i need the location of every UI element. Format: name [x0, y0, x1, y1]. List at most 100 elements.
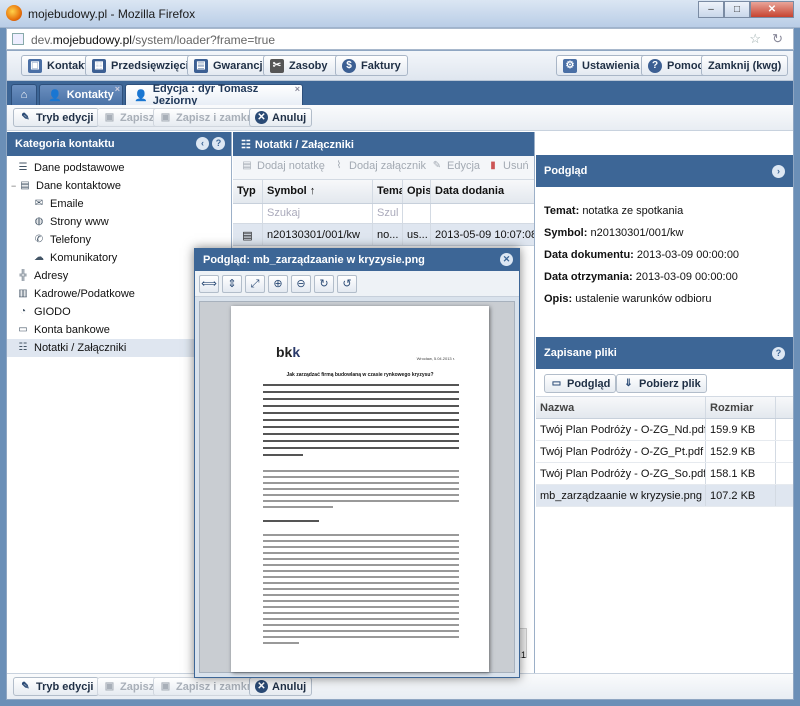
tree-item-strony-www[interactable]: ◍ Strony www — [7, 213, 231, 231]
search-temat-input[interactable]: Szul — [373, 204, 403, 223]
building-icon: ▦ — [92, 58, 106, 73]
delete-button[interactable]: ▮ Usuń — [487, 160, 528, 172]
bookmark-star-icon[interactable]: ☆ — [749, 31, 761, 47]
window-controls: – □ ✕ — [698, 1, 794, 19]
data-dokumentu-value: 2013-03-09 00:00:00 — [636, 249, 740, 261]
tab-edycja[interactable]: 👤 Edycja : dyr Tomasz Jeziorny × — [125, 83, 303, 107]
notes-toolbar: ▤ Dodaj notatkę ⌇ Dodaj załącznik ✎ Edycja … — [233, 156, 534, 180]
person-icon: 👤 — [134, 89, 148, 102]
tab-kontakty[interactable]: 👤 Kontakty × — [39, 84, 123, 105]
minimize-button[interactable]: – — [698, 1, 724, 18]
przedsiewziecia-button[interactable]: ▦ Przedsięwzięcia — [85, 55, 202, 76]
reload-icon[interactable]: ↻ — [772, 31, 783, 47]
collapse-icon[interactable]: ‹ — [196, 137, 209, 150]
add-note-button[interactable]: ▤ Dodaj notatkę — [241, 160, 325, 172]
notes-panel-header: ☷ Notatki / Załączniki — [233, 132, 534, 156]
tree-toggle-icon[interactable]: − — [11, 181, 19, 191]
help-icon[interactable]: ? — [212, 137, 225, 150]
edit-button[interactable]: ✎ Edycja — [431, 160, 480, 172]
page-icon — [12, 33, 24, 45]
preview-panel-header: Podgląd › — [536, 155, 793, 187]
pencil-icon: ✎ — [21, 112, 30, 123]
col-nazwa[interactable]: Nazwa — [536, 397, 706, 418]
page-number: 1 — [521, 650, 527, 660]
faktury-button[interactable]: $ Faktury — [335, 55, 408, 76]
edit-icon: ✎ — [432, 160, 442, 171]
address-book-icon: ▤ — [20, 180, 30, 191]
anuluj-button[interactable]: ✕ Anuluj — [249, 108, 313, 127]
close-icon[interactable]: ✕ — [500, 253, 513, 266]
tryb-edycji-button[interactable]: ✎ Tryb edycji — [13, 108, 100, 127]
col-rozmiar[interactable]: Rozmiar — [706, 397, 776, 418]
person-icon: 👤 — [48, 89, 62, 102]
fullsize-icon[interactable]: ⤢ — [245, 274, 265, 293]
tryb-edycji-button[interactable]: ✎ Tryb edycji — [13, 677, 100, 696]
maximize-button[interactable]: □ — [724, 1, 750, 18]
email-icon: ✉ — [34, 198, 44, 209]
rotate-left-icon[interactable]: ↺ — [337, 274, 357, 293]
tree-item-dane-podstawowe[interactable]: ☰ Dane podstawowe — [7, 159, 231, 177]
window-titlebar: mojebudowy.pl - Mozilla Firefox – □ ✕ — [0, 0, 800, 28]
phone-icon: ✆ — [34, 234, 44, 245]
table-row[interactable]: Twój Plan Podróży - O-ZG_Nd.pdf 159.9 KB — [536, 419, 793, 441]
col-temat[interactable]: Temat — [373, 180, 403, 203]
zoom-in-icon[interactable]: ⊕ — [268, 274, 288, 293]
document-logo: bkk — [276, 344, 301, 360]
col-typ[interactable]: Typ — [233, 180, 263, 203]
fit-width-icon[interactable]: ⟺ — [199, 274, 219, 293]
invoice-icon: $ — [342, 58, 356, 73]
table-row[interactable]: mb_zarządzaanie w kryzysie.png 107.2 KB — [536, 485, 793, 507]
paperclip-icon: ⌇ — [336, 160, 342, 171]
close-window-button[interactable]: ✕ — [750, 1, 794, 18]
tab-home[interactable]: ⌂ — [11, 84, 37, 105]
edit-toolbar: ✎ Tryb edycji ▣ Zapisz ▣ Zapisz i zamknij ✕… — [7, 105, 793, 131]
zapisz-button[interactable]: ▣ Zapisz — [97, 677, 161, 696]
table-row[interactable]: Twój Plan Podróży - O-ZG_Pt.pdf 152.9 KB — [536, 441, 793, 463]
table-row[interactable]: ▤ n20130301/001/kw no... us... 2013-05-0… — [233, 224, 534, 246]
close-tab-icon[interactable]: × — [115, 84, 120, 94]
window-title: mojebudowy.pl - Mozilla Firefox — [28, 7, 196, 21]
download-file-button[interactable]: ⇓ Pobierz plik — [616, 374, 707, 393]
add-attachment-button[interactable]: ⌇ Dodaj załącznik — [333, 160, 427, 172]
close-tab-icon[interactable]: × — [295, 84, 300, 94]
zoom-out-icon[interactable]: ⊖ — [291, 274, 311, 293]
table-row[interactable]: Twój Plan Podróży - O-ZG_So.pdf 158.1 KB — [536, 463, 793, 485]
database-icon: ☰ — [18, 162, 28, 173]
temat-value: notatka ze spotkania — [582, 205, 684, 217]
files-table-header: Nazwa Rozmiar — [536, 397, 793, 419]
note-add-icon: ▤ — [242, 160, 252, 171]
delete-icon: ▮ — [490, 160, 496, 171]
tree-item-telefony[interactable]: ✆ Telefony — [7, 231, 231, 249]
address-bar[interactable]: dev.mojebudowy.pl/system/loader?frame=tr… — [6, 28, 794, 50]
col-symbol[interactable]: Symbol ↑ — [263, 180, 373, 203]
search-symbol-input[interactable]: Szukaj — [263, 204, 373, 223]
document-title: Jak zarządzać firmą budowlaną w czasie r… — [286, 372, 434, 378]
file-preview-button[interactable]: ▭ Podgląd — [544, 374, 617, 393]
save-icon: ▣ — [104, 112, 115, 123]
notes-grid-filter: Szukaj Szul — [233, 204, 534, 224]
col-opis[interactable]: Opis — [403, 180, 431, 203]
tree-item-dane-kontaktowe[interactable]: − ▤ Dane kontaktowe — [7, 177, 231, 195]
note-details: Temat: notatka ze spotkania Symbol: n201… — [544, 205, 740, 305]
opis-value: ustalenie warunków odbioru — [575, 293, 712, 305]
anuluj-button[interactable]: ✕ Anuluj — [249, 677, 313, 696]
shield-icon: ◔ — [19, 306, 27, 317]
guarantee-icon: ▤ — [194, 58, 208, 73]
tabs-bar: ⌂ 👤 Kontakty × 👤 Edycja : dyr Tomasz Jezio… — [7, 81, 793, 107]
save-icon: ▣ — [104, 681, 115, 692]
zapisz-button[interactable]: ▣ Zapisz — [97, 108, 161, 127]
zamknij-button[interactable]: Zamknij (kwg) — [701, 55, 789, 76]
url-text[interactable]: dev.mojebudowy.pl/system/loader?frame=tr… — [31, 33, 275, 47]
col-data-dodania[interactable]: Data dodania — [431, 180, 534, 203]
pencil-icon: ✎ — [21, 681, 30, 692]
tools-icon: ✂ — [270, 58, 284, 73]
next-arrow-icon[interactable]: › — [772, 165, 785, 178]
fit-height-icon[interactable]: ⇕ — [222, 274, 242, 293]
tree-item-emaile[interactable]: ✉ Emaile — [7, 195, 231, 213]
save-close-icon: ▣ — [160, 681, 171, 692]
contacts-icon: ▣ — [28, 58, 42, 73]
rotate-right-icon[interactable]: ↻ — [314, 274, 334, 293]
preview-panel: Podgląd › Temat: notatka ze spotkania Sy… — [536, 155, 793, 675]
image-preview-dialog: Podgląd: mb_zarządzaanie w kryzysie.png … — [194, 248, 520, 678]
help-icon[interactable]: ? — [772, 347, 785, 360]
